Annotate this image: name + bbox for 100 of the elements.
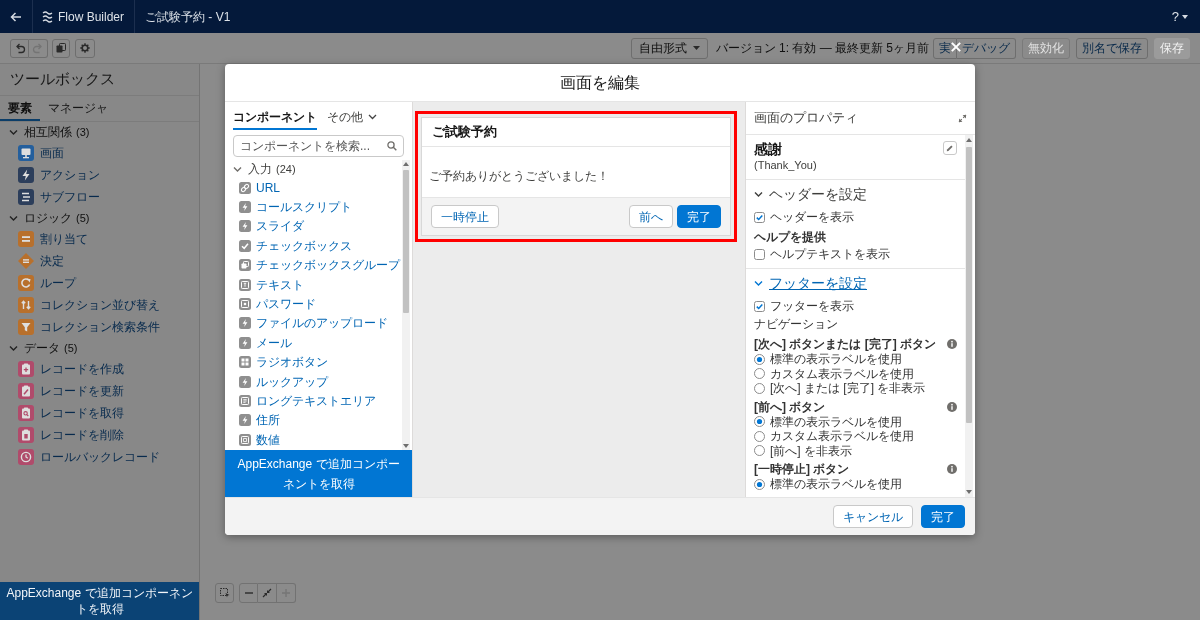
toolbox-item[interactable]: サブフロー [0, 186, 199, 208]
undo-button[interactable] [10, 38, 29, 58]
toolbox-item[interactable]: レコードを作成 [0, 358, 199, 380]
section-toggle[interactable]: ロジック (5) [0, 208, 199, 228]
group-label: [次へ] ボタンまたは [完了] ボタン [754, 337, 936, 351]
group-label: [一時停止] ボタン [754, 462, 850, 476]
lightning-icon [18, 167, 34, 183]
stacked-squares-icon [239, 259, 251, 272]
component-item[interactable]: スライダ [225, 216, 402, 237]
stacked-lines-icon [18, 189, 34, 205]
monitor-icon [18, 145, 34, 161]
toolbar-button[interactable]: 別名で保存 [1076, 37, 1148, 59]
component-item[interactable]: 住所 [225, 410, 402, 431]
search-field[interactable]: コンポーネントを検索... [233, 135, 404, 157]
radio-button[interactable] [754, 445, 765, 457]
radio-label: 標準の表示ラベルを使用 [770, 414, 902, 429]
component-item[interactable]: ルックアップ [225, 371, 402, 392]
toolbox-item[interactable]: アクション [0, 164, 199, 186]
dot-box-icon [239, 298, 251, 311]
chevron-down-icon [754, 191, 763, 197]
clipboard-pencil-icon [18, 383, 34, 399]
circular-arrow-icon [18, 275, 34, 291]
palette-tab[interactable]: コンポーネント [233, 106, 317, 130]
radio-button[interactable] [754, 382, 765, 394]
panel-tab[interactable]: 要素 [0, 96, 40, 121]
toolbox-item[interactable]: ロールバックレコード [0, 446, 199, 468]
component-item[interactable]: チェックボックスグループ [225, 255, 402, 275]
preview-button[interactable]: 前へ [629, 205, 673, 228]
panel-title: 画面のプロパティ [754, 109, 858, 128]
lightning-icon [239, 375, 251, 388]
lightning-icon [239, 201, 251, 214]
section-toggle[interactable]: データ (5) [0, 338, 199, 358]
edit-button[interactable] [943, 141, 957, 155]
toolbox-item[interactable]: コレクション検索条件 [0, 316, 199, 338]
toolbox-item[interactable]: レコードを削除 [0, 424, 199, 446]
section-toggle[interactable]: 入力 (24) [225, 160, 402, 178]
layout-mode-dropdown[interactable]: 自由形式 [630, 37, 708, 59]
zoom-control-button[interactable] [215, 583, 234, 603]
diagonal-arrows-icon [262, 588, 272, 598]
appexchange-link[interactable]: AppExchange で追加コンポーネントを取得 [225, 450, 412, 497]
radio-button[interactable] [754, 416, 765, 428]
search-icon [387, 141, 397, 151]
item-count: (24) [276, 161, 296, 177]
wavy-lines-icon [42, 10, 53, 23]
component-item[interactable]: URL [225, 178, 402, 198]
back-arrow-icon[interactable] [10, 11, 22, 22]
component-item[interactable]: パスワード [225, 294, 402, 314]
toolbox-item[interactable]: レコードを更新 [0, 380, 199, 402]
lightning-icon [239, 220, 251, 233]
dialog-button[interactable]: 完了 [921, 505, 965, 528]
component-item[interactable]: テキスト [225, 274, 402, 295]
item-count: (5) [64, 340, 78, 356]
section-toggle[interactable]: ヘッダーを設定 [746, 180, 875, 208]
item-count: (3) [76, 124, 90, 140]
radio-button[interactable] [754, 478, 765, 490]
chevron-down-icon [754, 280, 763, 286]
close-icon[interactable] [951, 42, 961, 52]
appexchange-link[interactable]: AppExchange で追加コンポーネントを取得 [0, 582, 199, 620]
toolbox-item[interactable]: ループ [0, 272, 199, 294]
clipboard-magnifier-icon [18, 405, 34, 421]
subheading: ナビゲーション [754, 317, 838, 331]
settings-button[interactable] [75, 38, 95, 58]
checkbox[interactable] [754, 248, 765, 260]
component-item[interactable]: ファイルのアップロード [225, 313, 402, 334]
expand-icon[interactable] [958, 113, 967, 123]
radio-button[interactable] [754, 353, 765, 365]
panel-tab[interactable]: マネージャ [40, 96, 116, 121]
gear-icon [80, 43, 90, 53]
toolbox-item[interactable]: 画面 [0, 142, 199, 164]
toolbar-button[interactable]: デバッグ [957, 37, 1016, 59]
palette-tab[interactable]: その他 [327, 106, 377, 130]
component-item[interactable]: ロングテキストエリア [225, 391, 402, 411]
zoom-control-button[interactable] [239, 583, 258, 603]
equals-icon [18, 231, 34, 247]
component-item[interactable]: チェックボックス [225, 236, 402, 256]
dialog-button[interactable]: キャンセル [833, 505, 913, 528]
scrollbar[interactable] [402, 160, 410, 450]
component-item[interactable]: コールスクリプト [225, 197, 402, 217]
section-toggle[interactable]: フッターを設定 [746, 269, 875, 297]
preview-button[interactable]: 完了 [677, 205, 721, 228]
radio-button[interactable] [754, 430, 765, 442]
scrollbar[interactable] [965, 135, 973, 497]
toolbar-button[interactable]: 実 [933, 37, 957, 59]
checkbox[interactable] [754, 211, 765, 223]
preview-button[interactable]: 一時停止 [431, 205, 499, 228]
help-button[interactable]: ? [1171, 6, 1188, 27]
zoom-control-button[interactable] [258, 583, 277, 603]
radio-button[interactable] [754, 368, 765, 380]
section-toggle[interactable]: 相互関係 (3) [0, 122, 199, 142]
copy-button[interactable] [52, 38, 70, 58]
checkbox[interactable] [754, 300, 765, 312]
toolbox-item[interactable]: 割り当て [0, 228, 199, 250]
component-item[interactable]: メール [225, 333, 402, 353]
component-item[interactable]: 数値 [225, 430, 402, 450]
component-item[interactable]: ラジオボタン [225, 352, 402, 372]
toolbox-item[interactable]: コレクション並び替え [0, 294, 199, 316]
toolbox-item[interactable]: 決定 [0, 250, 199, 272]
dialog-title: 画面を編集 [560, 72, 640, 93]
app-name: Flow Builder [58, 8, 125, 26]
toolbox-item[interactable]: レコードを取得 [0, 402, 199, 424]
